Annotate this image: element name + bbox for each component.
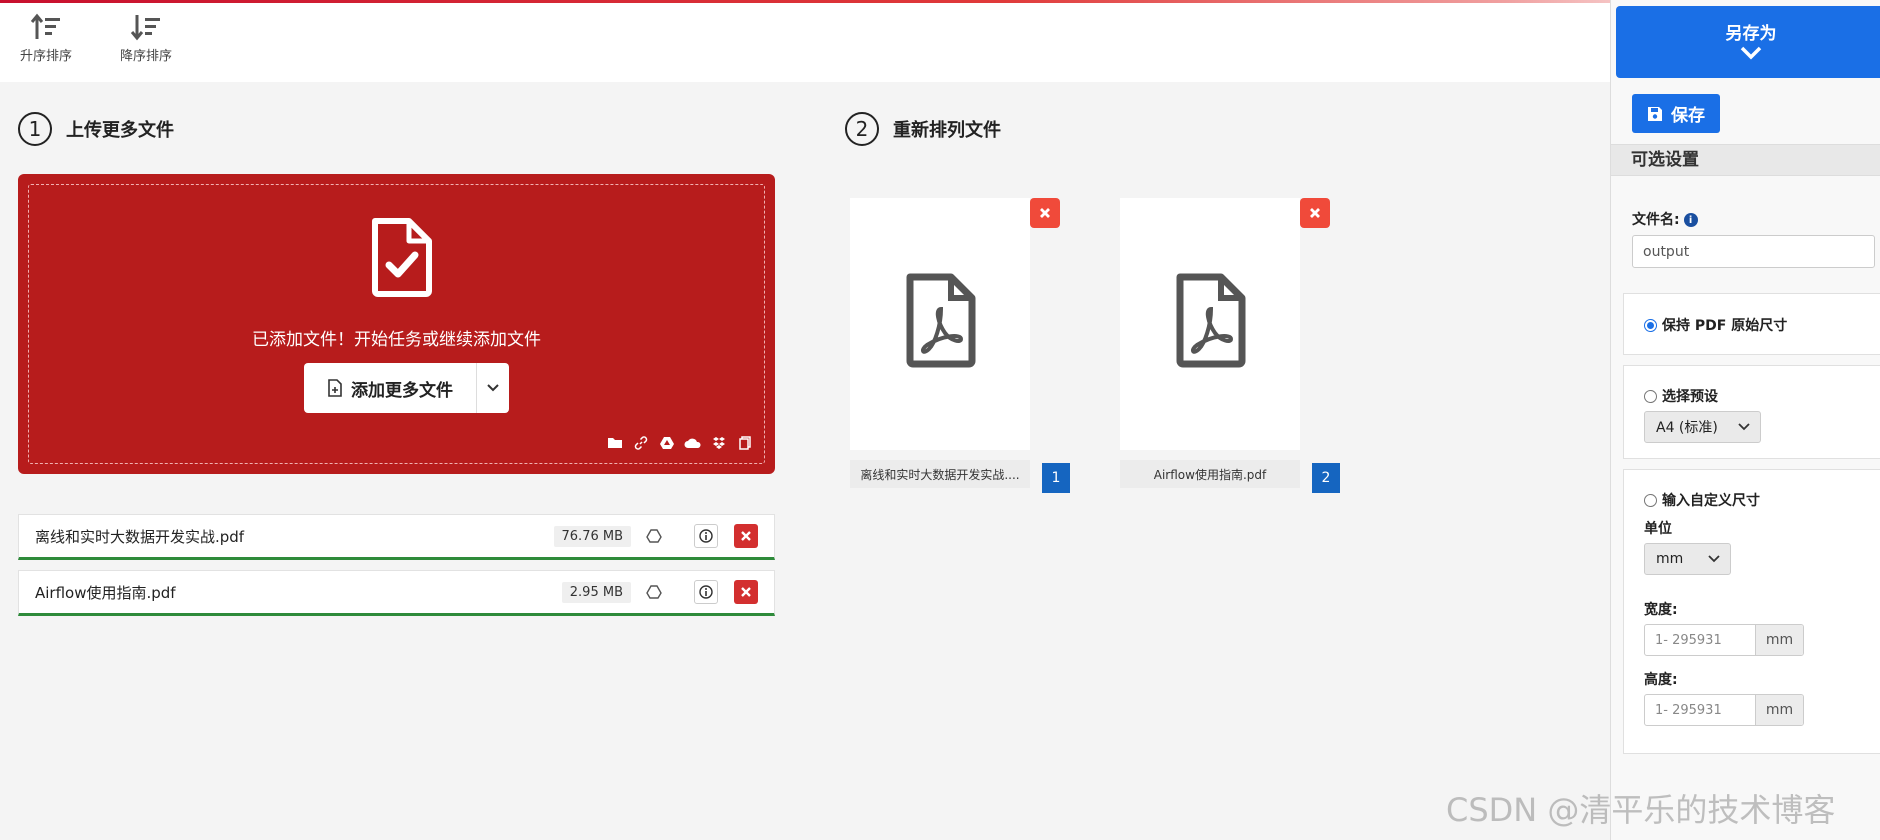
link-icon[interactable] [632,435,650,451]
remove-file-icon[interactable] [734,580,758,604]
file-row: Airflow使用指南.pdf 2.95 MB [18,570,775,616]
radio-checked-icon[interactable] [1644,318,1657,332]
close-icon [1040,208,1050,218]
preset-select[interactable]: A4 (标准) [1644,411,1761,443]
thumbnail-label: 离线和实时大数据开发实战.... [850,460,1030,488]
unit-label: 单位 [1644,521,1672,537]
filename-label-text: 文件名: [1632,212,1680,228]
height-unit: mm [1755,695,1803,725]
thumbnail-label: Airflow使用指南.pdf [1120,460,1300,488]
chevron-down-icon [1708,555,1720,563]
pdf-thumbnail[interactable] [850,198,1030,450]
add-source-dropdown[interactable] [477,363,509,413]
upload-sources [606,435,754,451]
filename-label: 文件名: i [1632,209,1698,229]
floppy-disk-icon [1648,106,1662,121]
clipboard-icon[interactable] [736,435,754,451]
keep-original-size-option[interactable]: 保持 PDF 原始尺寸 [1644,315,1787,335]
sort-descending-label: 降序排序 [119,49,172,64]
drop-zone-message: 已添加文件！开始任务或继续添加文件 [252,330,541,350]
info-icon[interactable]: i [1683,213,1698,227]
step-label: 重新排列文件 [893,120,1001,141]
drop-zone-border: 已添加文件！开始任务或继续添加文件 添加更多文件 [28,184,765,464]
preset-label: 选择预设 [1662,389,1718,405]
step-label: 上传更多文件 [66,120,174,141]
optional-settings-header: 可选设置 [1611,144,1880,176]
step-number: 2 [845,112,879,146]
google-drive-upload-icon[interactable] [642,580,666,604]
width-input[interactable]: 1- 295931 mm [1644,624,1804,656]
file-size-badge: 2.95 MB [561,581,631,603]
custom-size-panel: 输入自定义尺寸 单位 mm 宽度: 1- 295931 mm 高度: 1- 29… [1623,469,1880,754]
custom-size-label: 输入自定义尺寸 [1662,493,1760,509]
chevron-down-icon [1738,423,1750,431]
file-info-icon[interactable] [694,580,718,604]
sort-descending-icon [130,15,160,41]
pdf-thumbnail[interactable] [1120,198,1300,450]
thumbnail-order-badge: 2 [1312,463,1340,493]
add-more-files-button[interactable]: 添加更多文件 [304,363,509,413]
file-name: Airflow使用指南.pdf [35,583,176,602]
width-placeholder[interactable]: 1- 295931 [1645,625,1755,655]
file-name: 离线和实时大数据开发实战.pdf [35,527,245,546]
chevron-down-icon [487,384,499,392]
toolbar: 升序排序 降序排序 [0,3,1610,82]
width-label: 宽度: [1644,602,1678,618]
add-file-icon [328,379,342,397]
pdf-file-icon [906,273,976,368]
google-drive-upload-icon[interactable] [642,524,666,548]
sort-descending-button[interactable]: 降序排序 [106,13,186,64]
save-as-label: 另存为 [1725,24,1777,44]
radio-unchecked-icon[interactable] [1644,493,1657,507]
select-preset-option[interactable]: 选择预设 [1644,386,1718,406]
drop-zone[interactable]: 已添加文件！开始任务或继续添加文件 添加更多文件 [18,174,775,474]
filename-input[interactable] [1632,235,1875,268]
custom-size-option[interactable]: 输入自定义尺寸 [1644,490,1760,510]
height-label: 高度: [1644,672,1678,688]
pdf-file-icon [1176,273,1246,368]
step-number: 1 [18,112,52,146]
preset-panel: 选择预设 A4 (标准) [1623,365,1880,459]
folder-icon[interactable] [606,435,624,451]
unit-value: mm [1656,551,1684,567]
google-drive-icon[interactable] [658,435,676,451]
add-more-files-label: 添加更多文件 [351,380,453,401]
save-as-button[interactable]: 另存为 [1616,6,1880,78]
thumbnail-order-badge: 1 [1042,463,1070,493]
height-placeholder[interactable]: 1- 295931 [1645,695,1755,725]
height-input[interactable]: 1- 295931 mm [1644,694,1804,726]
sort-ascending-icon [30,13,60,39]
sort-ascending-label: 升序排序 [19,49,72,64]
step-reorder-title: 2 重新排列文件 [845,112,1001,146]
remove-file-icon[interactable] [734,524,758,548]
width-unit: mm [1755,625,1803,655]
save-label: 保存 [1671,106,1705,126]
save-button[interactable]: 保存 [1632,94,1720,133]
keep-size-panel: 保持 PDF 原始尺寸 [1623,293,1880,355]
dropbox-icon[interactable] [710,435,728,451]
workspace: 1 上传更多文件 2 重新排列文件 已添加文件！开始任务或继续添加文件 添加更多… [0,82,1610,840]
file-check-icon [372,218,432,297]
step-upload-title: 1 上传更多文件 [18,112,174,146]
unit-select[interactable]: mm [1644,543,1731,575]
remove-thumbnail-button[interactable] [1300,198,1330,228]
onedrive-icon[interactable] [684,435,702,451]
remove-thumbnail-button[interactable] [1030,198,1060,228]
file-row: 离线和实时大数据开发实战.pdf 76.76 MB [18,514,775,560]
close-icon [1310,208,1320,218]
file-size-badge: 76.76 MB [553,525,631,547]
add-more-files-main[interactable]: 添加更多文件 [304,363,477,413]
sort-ascending-button[interactable]: 升序排序 [6,13,86,64]
preset-value: A4 (标准) [1656,420,1718,436]
settings-sidebar: 另存为 保存 可选设置 文件名:i 保持 PDF 原始尺寸 选择预设 A4 (标… [1610,0,1880,840]
file-info-icon[interactable] [694,524,718,548]
keep-size-label: 保持 PDF 原始尺寸 [1662,318,1788,334]
radio-unchecked-icon[interactable] [1644,389,1657,403]
watermark: CSDN @清平乐的技术博客 [1446,791,1836,829]
chevron-down-icon [1740,46,1762,60]
